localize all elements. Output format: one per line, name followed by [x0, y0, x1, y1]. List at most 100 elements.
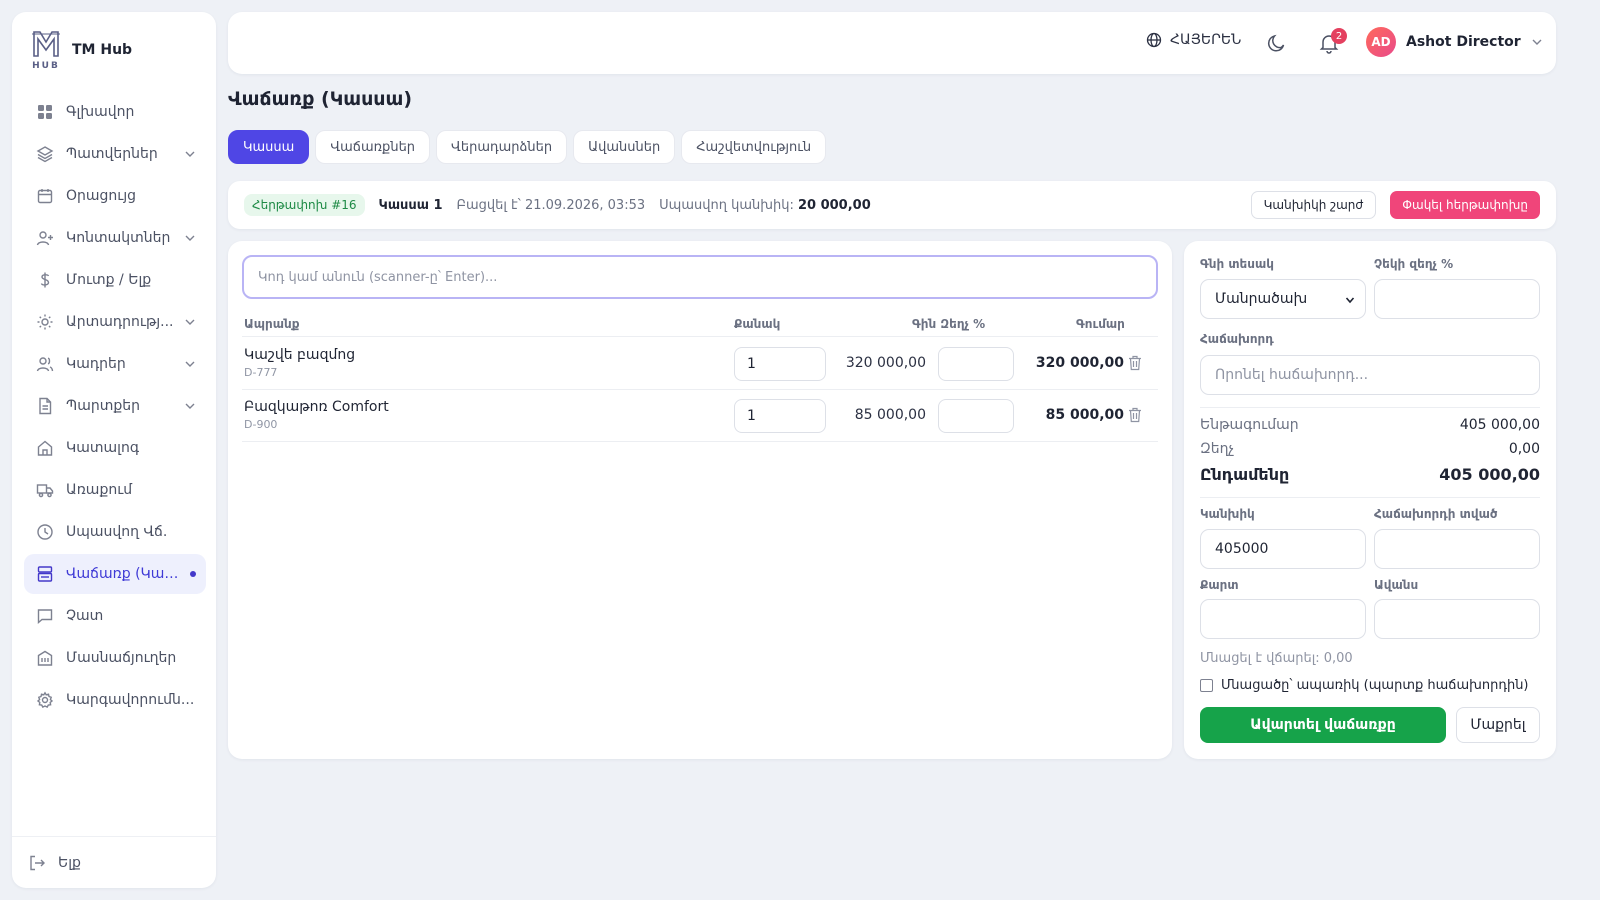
users-icon	[36, 357, 54, 372]
quantity-input[interactable]	[734, 347, 826, 381]
sidebar-item-production[interactable]: Արտադրությ...	[24, 302, 206, 342]
col-price-disc: Գին Զեղչ %	[912, 317, 986, 331]
discount-input[interactable]	[938, 347, 1014, 381]
active-dot	[190, 571, 196, 577]
discount-input[interactable]	[938, 399, 1014, 433]
sidebar-item-label: Առաքում	[66, 482, 133, 498]
cart-panel: Ապրանք Քանակ Գին Զեղչ % Գումար Կաշվե բազ…	[228, 241, 1172, 759]
col-product: Ապրանք	[244, 317, 300, 331]
dollar-icon	[40, 272, 50, 288]
finish-sale-button[interactable]: Ավարտել վաճառքը	[1200, 707, 1446, 743]
sidebar-item-label: Կոնտակտներ	[66, 230, 171, 246]
sidebar-item-label: Գլխավոր	[66, 104, 135, 120]
subtotal-label: Ենթագումար	[1200, 417, 1299, 433]
customer-given-label: Հաճախորդի տված	[1374, 507, 1498, 521]
tab-advances[interactable]: Ավանսներ	[573, 130, 676, 164]
theme-toggle-button[interactable]	[1266, 32, 1288, 54]
clock-icon	[37, 524, 53, 540]
language-switcher[interactable]: ՀԱՅԵՐԵՆ	[1146, 32, 1241, 48]
logo-icon: HUB	[30, 30, 62, 71]
clear-button[interactable]: Մաքրել	[1456, 707, 1540, 743]
sidebar-item-label: Օրացույց	[66, 188, 137, 204]
discount-value: 0,00	[1508, 441, 1540, 457]
sidebar-item-label: Պարտքեր	[66, 398, 140, 414]
sidebar-item-label: Մասնաճյուղեր	[66, 650, 177, 666]
cash-movement-button[interactable]: Կանխիկի շարժ	[1250, 191, 1377, 219]
tab-returns[interactable]: Վերադարձներ	[436, 130, 568, 164]
sidebar-item-debts[interactable]: Պարտքեր	[24, 386, 206, 426]
customer-label: Հաճախորդ	[1200, 332, 1274, 346]
chevron-down-icon	[185, 235, 195, 241]
cash-input[interactable]	[1200, 529, 1366, 569]
avatar: AD	[1366, 27, 1396, 57]
unit-price: 85 000,00	[854, 407, 926, 423]
cart-table-header: Ապրանք Քանակ Գին Զեղչ % Գումար	[242, 315, 1158, 337]
sidebar-item-label: Կադրեր	[66, 356, 126, 372]
divider	[1200, 407, 1540, 408]
customer-given-input[interactable]	[1374, 529, 1540, 569]
customer-search-input[interactable]	[1200, 355, 1540, 395]
sidebar: HUB TM Hub Գլխավոր Պատվերներ Օրացույց Կո…	[12, 12, 216, 888]
sidebar-item-settings[interactable]: Կարգավորումն...	[24, 680, 206, 720]
brand[interactable]: HUB TM Hub	[30, 30, 133, 71]
advance-label: Ավանս	[1374, 578, 1419, 592]
brand-name: TM Hub	[72, 42, 133, 58]
chevron-down-icon	[1345, 297, 1355, 304]
user-name: Ashot Director	[1406, 34, 1521, 50]
trash-icon[interactable]	[1128, 407, 1142, 423]
logout-button[interactable]: Ելք	[12, 836, 216, 888]
check-discount-input[interactable]	[1374, 279, 1540, 319]
shift-badge: Հերթափոխ #16	[244, 194, 365, 216]
close-shift-button[interactable]: Փակել հերթափոխը	[1390, 191, 1540, 219]
tab-sales[interactable]: Վաճառքներ	[315, 130, 431, 164]
sidebar-item-orders[interactable]: Պատվերներ	[24, 134, 206, 174]
sidebar-item-sales-register[interactable]: Վաճառք (Կաս...	[24, 554, 206, 594]
table-row: Կաշվե բազմոց D-777 320 000,00 320 000,00	[242, 338, 1158, 390]
sidebar-item-staff[interactable]: Կադրեր	[24, 344, 206, 384]
sun-icon	[37, 314, 53, 330]
calendar-icon	[37, 189, 53, 204]
table-row: Բազկաթոռ Comfort D-900 85 000,00 85 000,…	[242, 390, 1158, 442]
sidebar-nav: Գլխավոր Պատվերներ Օրացույց Կոնտակտներ Մո…	[24, 92, 206, 722]
trash-icon[interactable]	[1128, 355, 1142, 371]
sidebar-item-catalog[interactable]: Կատալոգ	[24, 428, 206, 468]
truck-icon	[36, 484, 54, 498]
sidebar-item-calendar[interactable]: Օրացույց	[24, 176, 206, 216]
register-name: Կասսա 1	[378, 197, 443, 213]
notifications-button[interactable]: 2	[1318, 28, 1347, 54]
tab-report[interactable]: Հաշվետվություն	[681, 130, 827, 164]
price-type-value: Մանրածախ	[1215, 291, 1308, 307]
sidebar-item-home[interactable]: Գլխավոր	[24, 92, 206, 132]
discount-label: Զեղչ	[1200, 441, 1235, 457]
layers-icon	[36, 146, 54, 163]
sidebar-item-branches[interactable]: Մասնաճյուղեր	[24, 638, 206, 678]
logout-label: Ելք	[58, 854, 81, 871]
check-discount-label: Չեկի զեղչ %	[1374, 257, 1454, 271]
card-input[interactable]	[1200, 599, 1366, 639]
sidebar-item-label: Վաճառք (Կաս...	[66, 566, 182, 582]
sidebar-item-pending-payments[interactable]: Սպասվող Վճ.	[24, 512, 206, 552]
chevron-down-icon	[185, 151, 195, 157]
sidebar-item-chat[interactable]: Չատ	[24, 596, 206, 636]
scan-input[interactable]	[242, 255, 1158, 299]
sidebar-item-label: Մուտք / Ելք	[66, 272, 152, 288]
document-icon	[39, 397, 52, 415]
tab-register[interactable]: Կասսա	[228, 130, 310, 164]
language-label: ՀԱՅԵՐԵՆ	[1170, 32, 1242, 48]
price-type-select[interactable]: Մանրածախ	[1200, 279, 1366, 319]
shift-bar: Հերթափոխ #16 Կասսա 1 Բացվել է՝ 21.09.202…	[228, 181, 1556, 229]
advance-input[interactable]	[1374, 599, 1540, 639]
sidebar-item-contacts[interactable]: Կոնտակտներ	[24, 218, 206, 258]
price-type-label: Գնի տեսակ	[1200, 257, 1274, 271]
sidebar-item-cashflow[interactable]: Մուտք / Ելք	[24, 260, 206, 300]
checkbox-box[interactable]	[1200, 679, 1213, 692]
line-sum: 320 000,00	[1035, 355, 1124, 371]
sidebar-item-delivery[interactable]: Առաքում	[24, 470, 206, 510]
sidebar-item-label: Չատ	[66, 608, 104, 624]
col-sum: Գումար	[1076, 317, 1125, 331]
payment-panel: Գնի տեսակ Չեկի զեղչ % Մանրածախ Հաճախորդ …	[1184, 241, 1556, 759]
credit-remainder-checkbox[interactable]: Մնացածը՝ ապառիկ (պարտք հաճախորդին)	[1200, 678, 1529, 693]
globe-icon	[1146, 32, 1162, 48]
user-menu[interactable]: AD Ashot Director	[1366, 27, 1543, 57]
quantity-input[interactable]	[734, 399, 826, 433]
